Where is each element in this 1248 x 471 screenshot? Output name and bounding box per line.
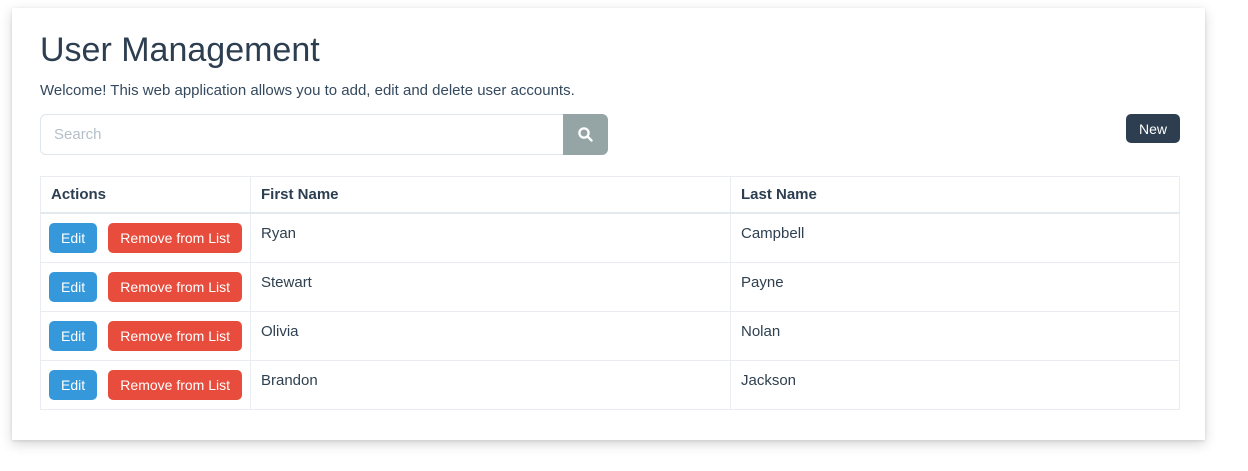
table-header-row: Actions First Name Last Name: [41, 177, 1180, 214]
search-button[interactable]: [563, 114, 608, 155]
column-header-first-name: First Name: [251, 177, 731, 214]
search-icon: [577, 126, 594, 143]
page-title: User Management: [40, 32, 1180, 69]
table-row: Edit Remove from List Brandon Jackson: [41, 361, 1180, 410]
toolbar: New: [40, 114, 1180, 155]
new-button[interactable]: New: [1126, 114, 1180, 143]
first-name-cell: Ryan: [251, 213, 731, 263]
column-header-last-name: Last Name: [731, 177, 1180, 214]
actions-cell: Edit Remove from List: [41, 213, 251, 263]
search-input[interactable]: [40, 114, 563, 155]
first-name-cell: Brandon: [251, 361, 731, 410]
remove-from-list-button[interactable]: Remove from List: [108, 272, 242, 302]
remove-from-list-button[interactable]: Remove from List: [108, 223, 242, 253]
search-group: [40, 114, 608, 155]
edit-button[interactable]: Edit: [49, 370, 97, 400]
table-row: Edit Remove from List Olivia Nolan: [41, 312, 1180, 361]
page-card: User Management Welcome! This web applic…: [12, 8, 1205, 440]
table-row: Edit Remove from List Stewart Payne: [41, 263, 1180, 312]
table-row: Edit Remove from List Ryan Campbell: [41, 213, 1180, 263]
column-header-actions: Actions: [41, 177, 251, 214]
users-table: Actions First Name Last Name Edit Remove…: [40, 176, 1180, 410]
actions-cell: Edit Remove from List: [41, 312, 251, 361]
last-name-cell: Payne: [731, 263, 1180, 312]
remove-from-list-button[interactable]: Remove from List: [108, 321, 242, 351]
last-name-cell: Nolan: [731, 312, 1180, 361]
edit-button[interactable]: Edit: [49, 223, 97, 253]
first-name-cell: Stewart: [251, 263, 731, 312]
last-name-cell: Campbell: [731, 213, 1180, 263]
edit-button[interactable]: Edit: [49, 321, 97, 351]
actions-cell: Edit Remove from List: [41, 361, 251, 410]
first-name-cell: Olivia: [251, 312, 731, 361]
page-subtitle: Welcome! This web application allows you…: [40, 82, 1180, 99]
actions-cell: Edit Remove from List: [41, 263, 251, 312]
remove-from-list-button[interactable]: Remove from List: [108, 370, 242, 400]
edit-button[interactable]: Edit: [49, 272, 97, 302]
last-name-cell: Jackson: [731, 361, 1180, 410]
